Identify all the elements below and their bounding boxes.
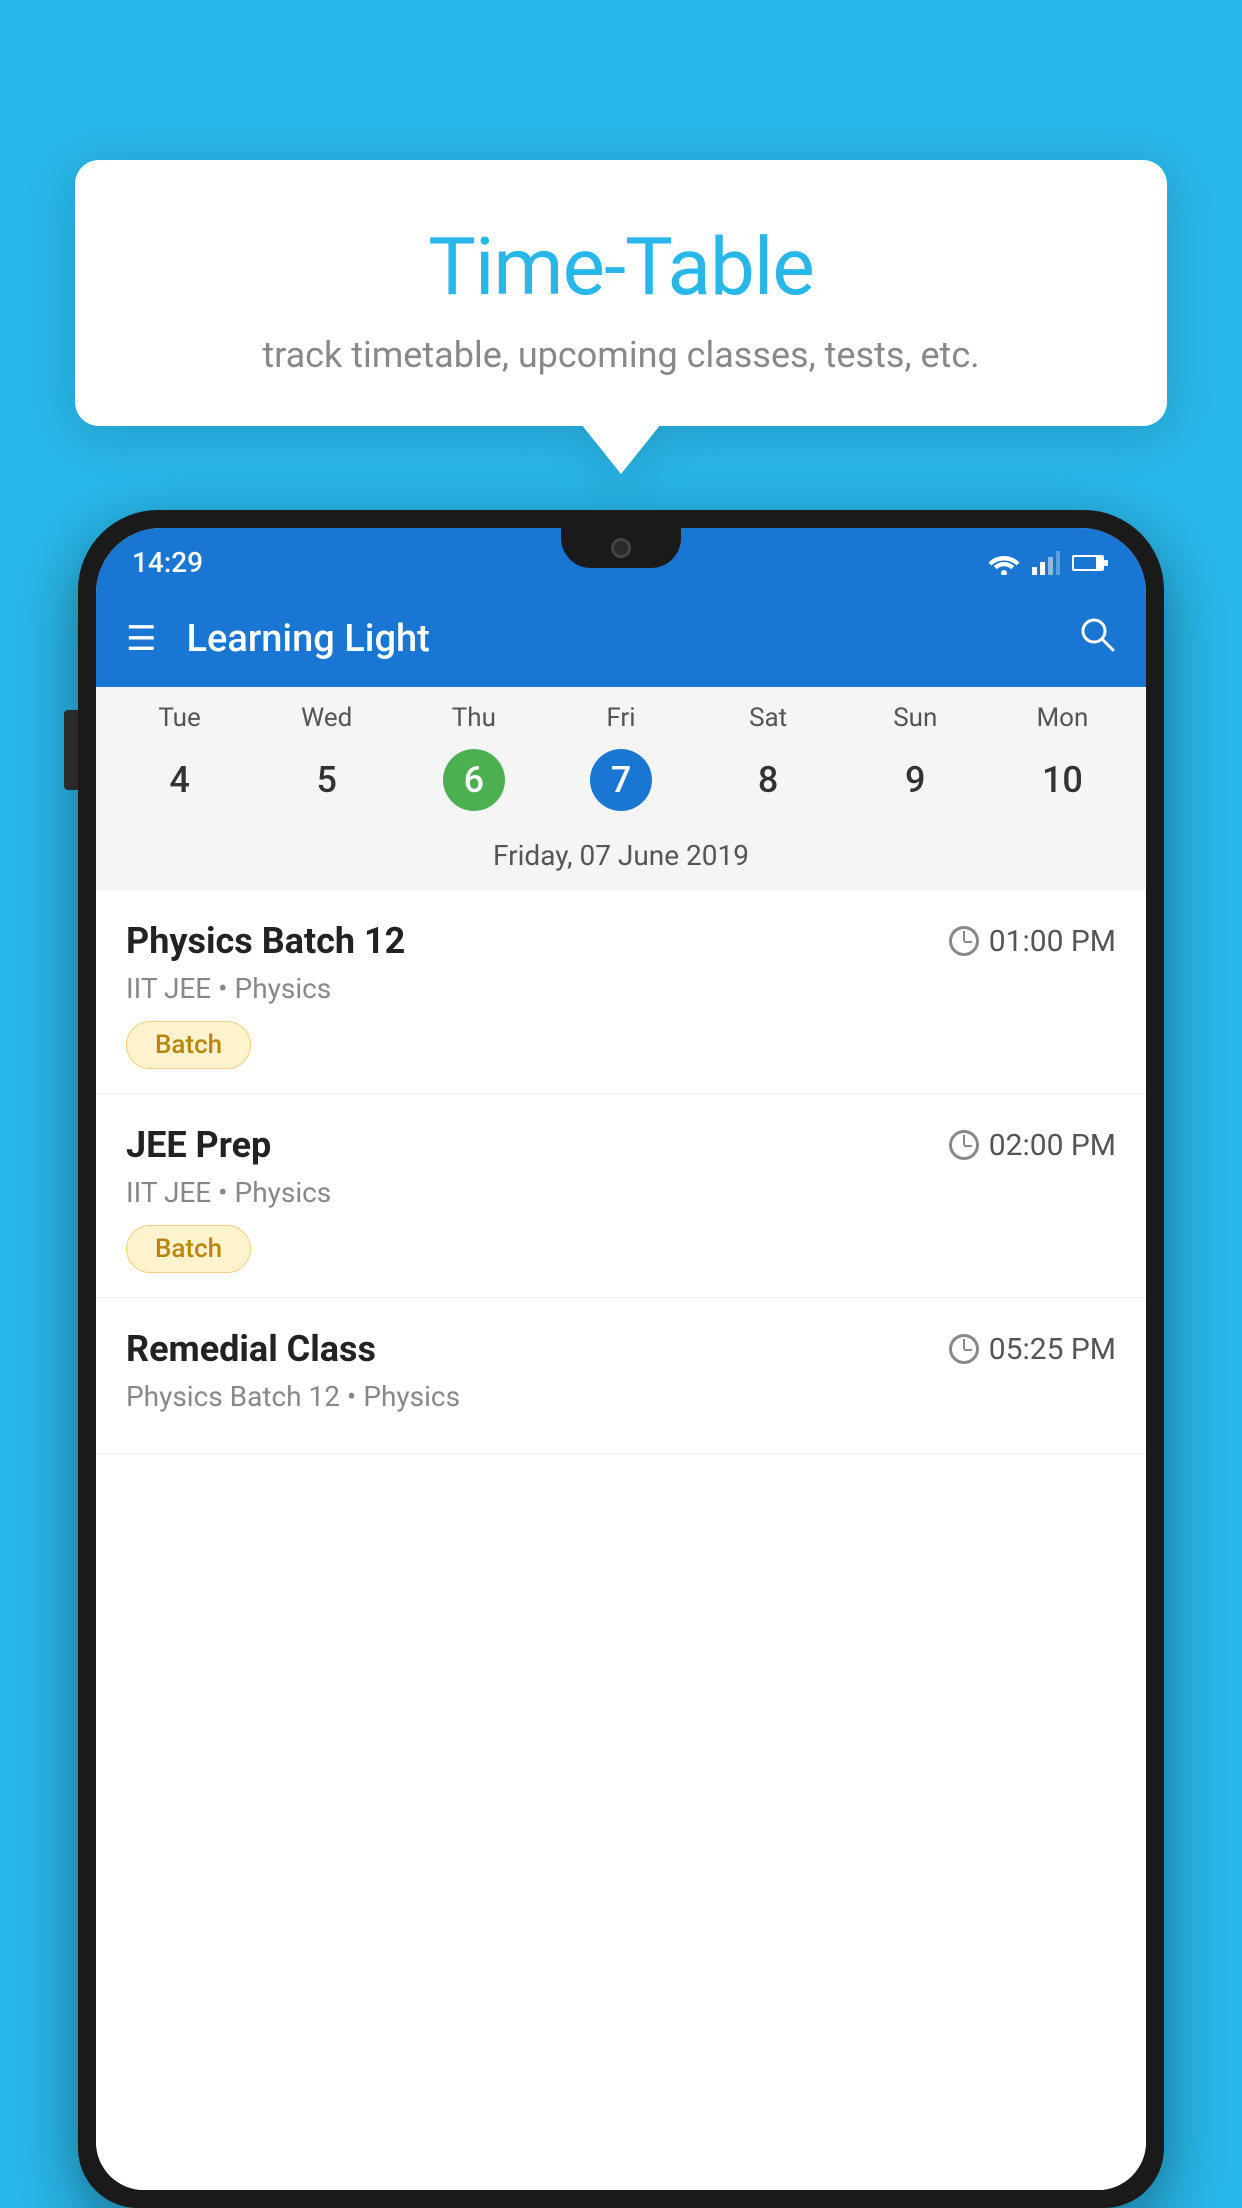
schedule-time-value-3: 05:25 PM bbox=[989, 1332, 1116, 1367]
schedule-item-2[interactable]: JEE Prep 02:00 PM IIT JEE • Physics Batc… bbox=[96, 1094, 1146, 1298]
clock-icon-1 bbox=[949, 926, 979, 956]
batch-tag-1: Batch bbox=[126, 1021, 251, 1069]
day-header-sun: Sun bbox=[842, 703, 989, 733]
search-icon bbox=[1078, 615, 1116, 653]
schedule-subtitle-2: IIT JEE • Physics bbox=[126, 1176, 1116, 1209]
signal-icon bbox=[1032, 551, 1060, 575]
schedule-subtitle-3: Physics Batch 12 • Physics bbox=[126, 1380, 1116, 1413]
day-header-fri: Fri bbox=[547, 703, 694, 733]
wifi-icon bbox=[988, 551, 1020, 575]
schedule-time-3: 05:25 PM bbox=[949, 1332, 1116, 1367]
day-cell-9[interactable]: 9 bbox=[842, 745, 989, 815]
selected-date-label: Friday, 07 June 2019 bbox=[96, 831, 1146, 890]
schedule-item-1[interactable]: Physics Batch 12 01:00 PM IIT JEE • Phys… bbox=[96, 890, 1146, 1094]
batch-tag-2: Batch bbox=[126, 1225, 251, 1273]
status-time: 14:29 bbox=[132, 546, 203, 579]
clock-icon-3 bbox=[949, 1334, 979, 1364]
schedule-list: Physics Batch 12 01:00 PM IIT JEE • Phys… bbox=[96, 890, 1146, 2190]
day-cell-10[interactable]: 10 bbox=[989, 745, 1136, 815]
tooltip-subtitle: track timetable, upcoming classes, tests… bbox=[125, 334, 1117, 376]
day-header-mon: Mon bbox=[989, 703, 1136, 733]
app-bar: ☰ Learning Light bbox=[96, 591, 1146, 687]
tooltip-title: Time-Table bbox=[125, 220, 1117, 314]
day-header-tue: Tue bbox=[106, 703, 253, 733]
day-header-wed: Wed bbox=[253, 703, 400, 733]
clock-icon-2 bbox=[949, 1130, 979, 1160]
schedule-title-2: JEE Prep bbox=[126, 1124, 271, 1166]
schedule-time-value-2: 02:00 PM bbox=[989, 1128, 1116, 1163]
phone-frame: 14:29 bbox=[78, 510, 1164, 2208]
day-cell-7-selected[interactable]: 7 bbox=[590, 749, 652, 811]
day-cell-8[interactable]: 8 bbox=[695, 745, 842, 815]
schedule-title-3: Remedial Class bbox=[126, 1328, 376, 1370]
schedule-item-3-header: Remedial Class 05:25 PM bbox=[126, 1328, 1116, 1370]
hamburger-menu-icon[interactable]: ☰ bbox=[126, 622, 156, 656]
battery-icon bbox=[1072, 553, 1110, 573]
search-button[interactable] bbox=[1078, 615, 1116, 663]
day-cell-4[interactable]: 4 bbox=[106, 745, 253, 815]
calendar-strip: Tue Wed Thu Fri Sat Sun Mon 4 5 6 7 8 9 … bbox=[96, 687, 1146, 890]
schedule-item-1-header: Physics Batch 12 01:00 PM bbox=[126, 920, 1116, 962]
status-icons bbox=[988, 551, 1110, 575]
day-cell-5[interactable]: 5 bbox=[253, 745, 400, 815]
schedule-title-1: Physics Batch 12 bbox=[126, 920, 405, 962]
schedule-time-1: 01:00 PM bbox=[949, 924, 1116, 959]
schedule-item-2-header: JEE Prep 02:00 PM bbox=[126, 1124, 1116, 1166]
schedule-time-2: 02:00 PM bbox=[949, 1128, 1116, 1163]
app-title: Learning Light bbox=[186, 617, 1078, 661]
phone-wrapper: 14:29 bbox=[78, 510, 1164, 2208]
schedule-subtitle-1: IIT JEE • Physics bbox=[126, 972, 1116, 1005]
schedule-item-3[interactable]: Remedial Class 05:25 PM Physics Batch 12… bbox=[96, 1298, 1146, 1454]
day-numbers: 4 5 6 7 8 9 10 bbox=[96, 741, 1146, 831]
day-headers: Tue Wed Thu Fri Sat Sun Mon bbox=[96, 687, 1146, 741]
notch-camera bbox=[611, 538, 631, 558]
phone-screen: 14:29 bbox=[96, 528, 1146, 2190]
tooltip-card: Time-Table track timetable, upcoming cla… bbox=[75, 160, 1167, 426]
day-header-thu: Thu bbox=[400, 703, 547, 733]
schedule-time-value-1: 01:00 PM bbox=[989, 924, 1116, 959]
day-header-sat: Sat bbox=[695, 703, 842, 733]
day-cell-6-today[interactable]: 6 bbox=[443, 749, 505, 811]
notch bbox=[561, 528, 681, 568]
